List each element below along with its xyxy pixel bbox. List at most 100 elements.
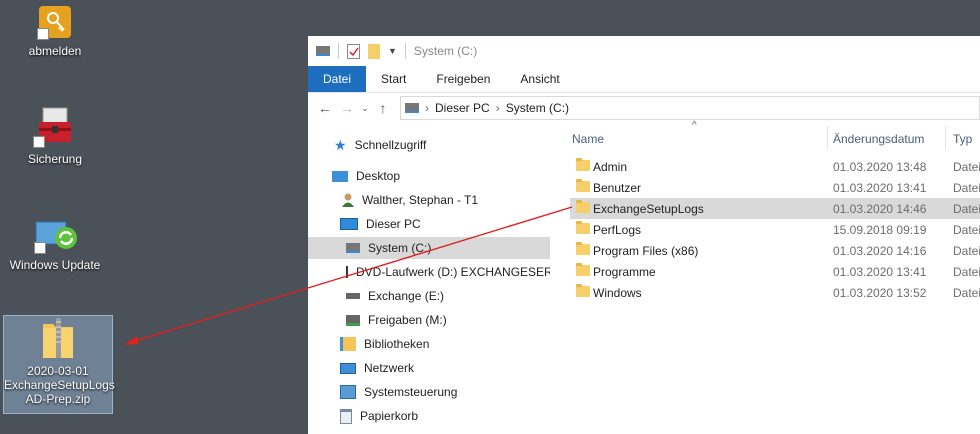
nav-item-label: Desktop <box>356 169 401 183</box>
separator <box>404 43 406 59</box>
nav-item-system-c[interactable]: System (C:) <box>308 237 550 259</box>
address-bar[interactable]: › Dieser PC › System (C:) <box>400 96 980 120</box>
new-folder-icon[interactable] <box>368 43 380 59</box>
nav-item-label: DVD-Laufwerk (D:) EXCHANGESER <box>356 265 550 279</box>
nav-item-label: Bibliotheken <box>364 337 430 351</box>
quick-access-toolbar: ▼ System (C:) <box>308 36 980 66</box>
drive-icon <box>405 103 419 113</box>
explorer-content: ★ Schnellzugriff Desktop Walther, Stepha… <box>308 120 980 434</box>
up-arrow-icon[interactable]: ↑ <box>372 100 394 116</box>
desktop-icon-zip-file[interactable]: 2020-03-01 ExchangeSetupLogs AD-Prep.zip <box>3 315 115 414</box>
nav-item-bibliotheken[interactable]: Bibliotheken <box>340 333 429 355</box>
nav-item-label: Dieser PC <box>366 217 421 231</box>
file-name: Windows <box>593 285 642 300</box>
properties-icon[interactable] <box>347 43 360 59</box>
folder-icon <box>576 242 590 255</box>
tab-start[interactable]: Start <box>366 66 421 92</box>
control-panel-icon <box>340 385 356 399</box>
folder-icon <box>576 263 590 276</box>
column-divider[interactable] <box>945 126 946 150</box>
file-type: Datei <box>953 159 980 174</box>
desktop-folder-icon <box>332 170 348 182</box>
column-header-date[interactable]: Änderungsdatum <box>833 130 924 148</box>
nav-item-label: Schnellzugriff <box>354 138 427 152</box>
file-date: 01.03.2020 13:52 <box>833 285 927 300</box>
breadcrumb-item[interactable]: System (C:) <box>506 101 569 115</box>
file-name: Admin <box>593 159 628 174</box>
address-bar-row: ← → ⌄ ↑ › Dieser PC › System (C:) <box>308 93 980 123</box>
separator <box>338 43 339 59</box>
shortcut-arrow-icon <box>37 28 49 40</box>
file-name: Programme <box>593 264 656 279</box>
file-row[interactable]: Admin 01.03.2020 13:48 Datei <box>570 156 980 177</box>
nav-item-label: Exchange (E:) <box>368 289 445 303</box>
nav-item-label: Walther, Stephan - T1 <box>362 193 479 207</box>
shortcut-arrow-icon <box>34 242 46 254</box>
nav-item-systemsteuerung[interactable]: Systemsteuerung <box>340 381 457 403</box>
desktop-icon-label: Windows Update <box>9 258 101 272</box>
drive-icon <box>346 293 360 299</box>
desktop-icon-windows-update[interactable]: Windows Update <box>5 220 105 272</box>
tab-datei[interactable]: Datei <box>308 66 367 92</box>
file-date: 01.03.2020 14:16 <box>833 243 927 258</box>
key-icon <box>37 6 71 40</box>
tab-freigeben[interactable]: Freigeben <box>421 66 505 92</box>
file-row[interactable]: PerfLogs 15.09.2018 09:19 Datei <box>570 219 980 240</box>
column-header-name[interactable]: Name <box>572 130 604 148</box>
zip-file-name-line: AD-Prep.zip <box>25 392 91 406</box>
recent-locations-chevron-icon[interactable]: ⌄ <box>358 103 372 114</box>
nav-item-exchange-e[interactable]: Exchange (E:) <box>346 285 444 307</box>
folder-icon <box>576 284 590 297</box>
folder-icon <box>576 158 590 171</box>
folder-icon <box>576 200 590 213</box>
folder-icon <box>576 179 590 192</box>
file-name: Benutzer <box>593 180 642 195</box>
tab-ansicht[interactable]: Ansicht <box>505 66 574 92</box>
breadcrumb-separator-icon: › <box>425 101 429 115</box>
file-row-selected[interactable]: ExchangeSetupLogs 01.03.2020 14:46 Datei <box>570 198 980 219</box>
file-row[interactable]: Programme 01.03.2020 13:41 Datei <box>570 261 980 282</box>
file-date: 01.03.2020 13:41 <box>833 180 927 195</box>
column-header-type[interactable]: Typ <box>953 130 972 148</box>
desktop-icon-label: Sicherung <box>27 152 83 166</box>
zip-folder-icon <box>41 318 75 360</box>
network-drive-icon <box>346 314 360 326</box>
file-type: Datei <box>953 243 980 258</box>
nav-item-dvd-laufwerk[interactable]: DVD-Laufwerk (D:) EXCHANGESER <box>346 261 550 283</box>
file-type: Datei <box>953 180 980 195</box>
file-explorer-window: ▼ System (C:) Datei Start Freigeben Ansi… <box>308 36 980 434</box>
file-row[interactable]: Windows 01.03.2020 13:52 Datei <box>570 282 980 303</box>
column-divider[interactable] <box>827 126 828 150</box>
user-icon <box>342 193 354 207</box>
desktop-icon-abmelden[interactable]: abmelden <box>5 6 105 58</box>
file-type: Datei <box>953 201 980 216</box>
nav-item-papierkorb[interactable]: Papierkorb <box>340 405 418 427</box>
nav-item-desktop[interactable]: Desktop <box>332 165 400 187</box>
chevron-down-icon[interactable]: ▼ <box>388 46 397 56</box>
file-list: ^ Name Änderungsdatum Typ Admin 01.03.20… <box>564 120 980 434</box>
shortcut-arrow-icon <box>33 136 45 148</box>
file-name: Program Files (x86) <box>593 243 699 258</box>
desktop-icon-sicherung[interactable]: Sicherung <box>5 106 105 166</box>
file-date: 15.09.2018 09:19 <box>833 222 927 237</box>
breadcrumb-item[interactable]: Dieser PC <box>435 101 490 115</box>
star-icon: ★ <box>334 136 347 153</box>
drive-icon[interactable] <box>316 46 330 56</box>
file-name: ExchangeSetupLogs <box>593 201 704 216</box>
nav-item-dieser-pc[interactable]: Dieser PC <box>340 213 421 235</box>
nav-item-schnellzugriff[interactable]: ★ Schnellzugriff <box>334 134 426 156</box>
file-type: Datei <box>953 222 980 237</box>
nav-item-freigaben-m[interactable]: Freigaben (M:) <box>346 309 447 331</box>
file-row[interactable]: Benutzer 01.03.2020 13:41 Datei <box>570 177 980 198</box>
nav-item-user[interactable]: Walther, Stephan - T1 <box>342 189 478 211</box>
ribbon-tabs: Datei Start Freigeben Ansicht <box>308 66 980 93</box>
file-row[interactable]: Program Files (x86) 01.03.2020 14:16 Dat… <box>570 240 980 261</box>
nav-item-label: Systemsteuerung <box>364 385 458 399</box>
recycle-bin-icon <box>340 408 352 424</box>
nav-item-label: Papierkorb <box>360 409 419 423</box>
file-date: 01.03.2020 14:46 <box>833 201 927 216</box>
nav-item-netzwerk[interactable]: Netzwerk <box>340 357 414 379</box>
back-arrow-icon[interactable]: ← <box>314 100 336 116</box>
forward-arrow-icon[interactable]: → <box>336 100 358 116</box>
nav-item-label: Netzwerk <box>364 361 415 375</box>
